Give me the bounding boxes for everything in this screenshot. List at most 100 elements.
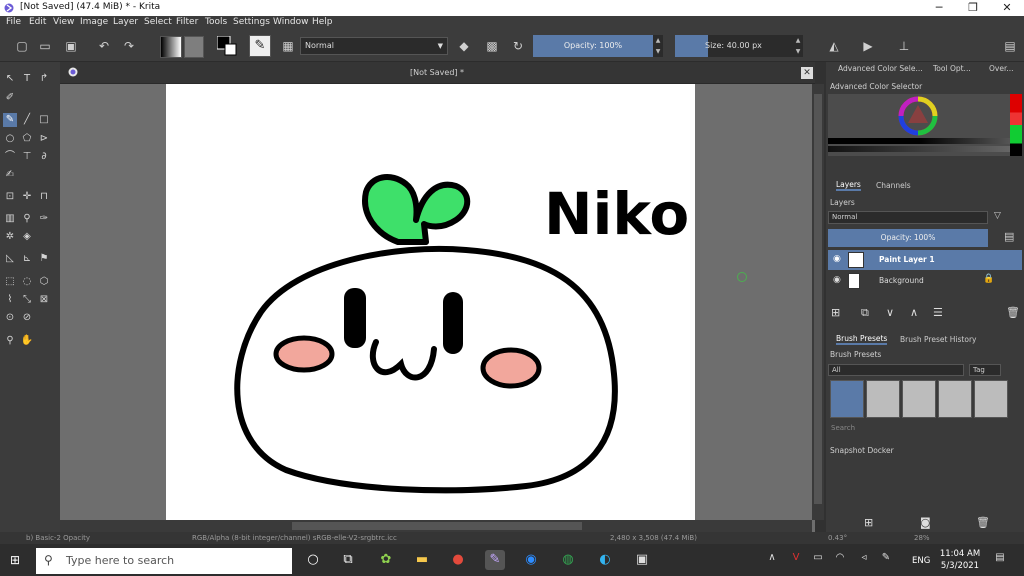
zoom-app-icon[interactable]: ◉ (521, 550, 541, 570)
move-down-icon[interactable]: ∨ (886, 306, 894, 319)
save-icon[interactable]: ▣ (63, 38, 79, 54)
tab-advanced-color[interactable]: Advanced Color Sele... (838, 64, 923, 78)
rect-select-icon[interactable]: ⬚ (3, 275, 17, 289)
menu-file[interactable]: File (6, 17, 21, 27)
wrap-around-icon[interactable]: ⊥ (896, 38, 912, 54)
layer-list-icon[interactable]: ▤ (1004, 230, 1018, 246)
document-close-button[interactable]: ✕ (801, 67, 813, 79)
similar-select-icon[interactable]: ⊠ (37, 293, 51, 307)
krita-taskbar-icon[interactable]: ✎ (485, 550, 505, 570)
pen-icon[interactable]: ✎ (878, 552, 894, 563)
polygon-tool-icon[interactable]: ⬠ (20, 132, 34, 146)
tab-tool-options[interactable]: Tool Opt... (933, 64, 971, 78)
magnetic-select-icon[interactable]: ⊘ (20, 311, 34, 325)
transform-tool-icon[interactable]: ⊡ (3, 190, 17, 204)
menu-tools[interactable]: Tools (205, 17, 227, 27)
tab-overview[interactable]: Over... (989, 64, 1014, 78)
size-slider[interactable]: Size: 40.00 px (675, 35, 793, 57)
brush-preset-icon[interactable]: ✎ (249, 35, 271, 57)
text-tool-icon[interactable]: T (20, 72, 34, 86)
blend-mode-select[interactable]: Normal ▼ (300, 37, 448, 55)
mirror-vertical-icon[interactable]: ▶ (860, 38, 876, 54)
multibrush-icon[interactable]: ✍ (3, 168, 17, 182)
language-indicator[interactable]: ENG (912, 556, 930, 566)
assistant-tool-icon[interactable]: ◺ (3, 252, 17, 266)
colorize-mask-icon[interactable]: ✑ (37, 212, 51, 226)
menu-window[interactable]: Window (273, 17, 309, 27)
task-view-icon[interactable]: ⧉ (338, 550, 358, 570)
maximize-button[interactable]: ❐ (956, 0, 990, 16)
move-tool-icon[interactable]: ✛ (20, 190, 34, 204)
dynamic-brush-icon[interactable]: ∂ (37, 150, 51, 164)
tag-select[interactable]: Tag (969, 364, 1001, 376)
lock-icon[interactable]: 🔒 (983, 274, 994, 284)
fill-tool-icon[interactable]: ◈ (20, 230, 34, 244)
brush-preset-2[interactable] (866, 380, 900, 418)
layer-opacity-slider[interactable]: Opacity: 100% (828, 229, 988, 247)
network-icon[interactable]: ◠ (832, 552, 848, 563)
size-spinner[interactable]: ▲ ▼ (793, 35, 803, 57)
layer-row-paint[interactable]: ◉ Paint Layer 1 (828, 250, 1022, 270)
contiguous-select-icon[interactable]: ⤡ (20, 293, 34, 307)
menu-select[interactable]: Select (144, 17, 172, 27)
tray-app-icon[interactable]: V (788, 552, 804, 563)
hscroll-thumb[interactable] (292, 522, 582, 530)
eraser-icon[interactable]: ◆ (456, 38, 472, 54)
menu-edit[interactable]: Edit (29, 17, 46, 27)
ellipse-select-icon[interactable]: ◌ (20, 275, 34, 289)
preserve-alpha-icon[interactable]: ▩ (484, 38, 500, 54)
pattern-selector[interactable] (184, 36, 204, 58)
tab-channels[interactable]: Channels (876, 181, 911, 190)
color-selector[interactable] (828, 94, 1010, 156)
delete-layer-icon[interactable]: 🗑 (1006, 306, 1020, 319)
chrome-icon[interactable]: ◍ (558, 550, 578, 570)
opacity-slider[interactable]: Opacity: 100% (533, 35, 653, 57)
add-layer-icon[interactable]: ⊞ (831, 306, 840, 319)
pan-tool-icon[interactable]: ✋ (20, 334, 34, 348)
zoom-tool-icon[interactable]: ⚲ (3, 334, 17, 348)
camera-app-icon[interactable]: ▣ (632, 550, 652, 570)
canvas-paper[interactable]: Niko (166, 84, 695, 522)
brush-settings-icon[interactable]: ▦ (280, 38, 296, 54)
ellipse-tool-icon[interactable]: ○ (3, 132, 17, 146)
vscroll-thumb[interactable] (814, 94, 822, 504)
freehand-brush-icon[interactable]: ✎ (3, 113, 17, 127)
preset-search-input[interactable]: Search (828, 422, 1022, 434)
brush-preset-5[interactable] (974, 380, 1008, 418)
battery-icon[interactable]: ▭ (810, 552, 826, 563)
filter-icon[interactable]: ▽ (994, 211, 1018, 224)
gradient-tool-icon[interactable]: ▥ (3, 212, 17, 226)
color-wheel-icon[interactable] (898, 96, 938, 136)
fg-bg-color-icon[interactable] (217, 36, 237, 56)
polyline-tool-icon[interactable]: ⊳ (37, 132, 51, 146)
eye-icon[interactable]: ◉ (833, 275, 841, 285)
delete-snapshot-icon[interactable]: 🗑 (976, 516, 990, 529)
taskbar-search-input[interactable]: Type here to search (36, 548, 292, 574)
horizontal-scrollbar[interactable] (60, 520, 812, 532)
bezier-tool-icon[interactable]: ⌒ (3, 150, 17, 164)
select-shapes-icon[interactable]: ↖ (3, 72, 17, 86)
move-up-icon[interactable]: ∧ (910, 306, 918, 319)
calligraphy-icon[interactable]: ✐ (3, 91, 17, 105)
menu-help[interactable]: Help (312, 17, 333, 27)
duplicate-layer-icon[interactable]: ⧉ (861, 306, 869, 320)
volume-icon[interactable]: ◃ (856, 552, 872, 563)
saturation-strip[interactable] (828, 146, 1010, 152)
add-snapshot-icon[interactable]: ⊞ (864, 516, 873, 529)
reference-tool-icon[interactable]: ⚑ (37, 252, 51, 266)
menu-settings[interactable]: Settings (233, 17, 270, 27)
edge-icon[interactable]: ◐ (595, 550, 615, 570)
layer-blend-select[interactable]: Normal (828, 211, 988, 224)
file-explorer-icon[interactable]: ▬ (412, 550, 432, 570)
color-picker-icon[interactable]: ⚲ (20, 212, 34, 226)
taskbar-clock[interactable]: 11:04 AM 5/3/2021 (936, 548, 984, 572)
undo-icon[interactable]: ↶ (96, 38, 112, 54)
reload-preset-icon[interactable]: ↻ (510, 38, 526, 54)
value-strip[interactable] (828, 138, 1010, 144)
menu-image[interactable]: Image (80, 17, 108, 27)
smart-patch-icon[interactable]: ✲ (3, 230, 17, 244)
bezier-select-icon[interactable]: ⊙ (3, 311, 17, 325)
menu-layer[interactable]: Layer (113, 17, 138, 27)
brush-preset-4[interactable] (938, 380, 972, 418)
vertical-scrollbar[interactable] (812, 84, 824, 520)
